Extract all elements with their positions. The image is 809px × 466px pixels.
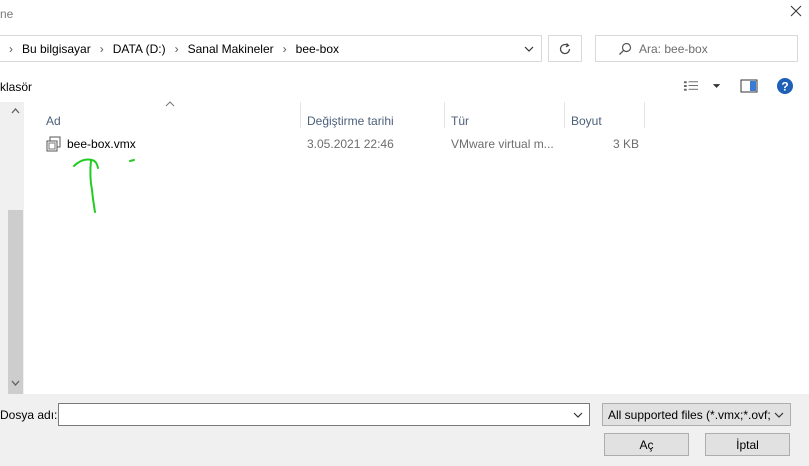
file-icon	[46, 136, 61, 152]
chevron-right-icon[interactable]: ›	[274, 42, 296, 56]
search-placeholder: Ara: bee-box	[639, 41, 708, 56]
svg-text:?: ?	[781, 80, 788, 94]
help-button[interactable]: ?	[776, 77, 794, 95]
breadcrumb-data-drive[interactable]: DATA (D:)	[113, 42, 166, 56]
search-box[interactable]: Ara: bee-box	[595, 35, 798, 62]
column-header-modified[interactable]: Değiştirme tarihi	[307, 114, 394, 128]
chevron-right-icon[interactable]: ›	[0, 42, 22, 56]
chevron-down-icon	[712, 84, 721, 88]
scroll-down-icon[interactable]	[10, 378, 21, 388]
file-name[interactable]: bee-box.vmx	[67, 137, 136, 151]
close-icon[interactable]	[789, 4, 803, 18]
column-divider[interactable]	[644, 102, 645, 128]
chevron-right-icon[interactable]: ›	[91, 42, 113, 56]
file-type: VMware virtual m...	[451, 137, 554, 151]
file-modified: 3.05.2021 22:46	[307, 137, 394, 151]
file-type-filter[interactable]: All supported files (*.vmx;*.ovf;	[602, 403, 791, 426]
breadcrumb: › Bu bilgisayar › DATA (D:) › Sanal Maki…	[0, 36, 339, 61]
address-bar[interactable]: › Bu bilgisayar › DATA (D:) › Sanal Maki…	[0, 35, 542, 62]
new-folder-button[interactable]: klasör	[0, 80, 32, 94]
column-divider[interactable]	[444, 102, 445, 128]
chevron-down-icon[interactable]	[571, 408, 585, 422]
chevron-down-icon	[774, 412, 784, 418]
breadcrumb-bee-box[interactable]: bee-box	[296, 42, 339, 56]
view-options-button[interactable]	[683, 76, 723, 96]
column-divider[interactable]	[564, 102, 565, 128]
help-icon: ?	[777, 78, 793, 94]
preview-pane-icon	[740, 79, 758, 93]
window-title: ne	[0, 7, 14, 21]
column-header-name[interactable]: Ad	[46, 114, 61, 128]
filename-label: Dosya adı:	[0, 408, 58, 422]
navigation-scrollbar[interactable]	[7, 102, 24, 450]
sort-up-icon	[165, 101, 175, 107]
search-icon	[619, 42, 632, 55]
cancel-button[interactable]: İptal	[705, 433, 790, 456]
navigation-pane[interactable]	[0, 102, 7, 394]
preview-pane-button[interactable]	[740, 78, 758, 94]
breadcrumb-sanal-makineler[interactable]: Sanal Makineler	[188, 42, 274, 56]
annotation-arrow-drawing	[73, 158, 135, 213]
refresh-button[interactable]	[548, 35, 582, 62]
column-divider[interactable]	[300, 102, 301, 128]
chevron-right-icon[interactable]: ›	[166, 42, 188, 56]
open-button[interactable]: Aç	[604, 433, 689, 456]
column-header-size[interactable]: Boyut	[571, 114, 602, 128]
column-header-type[interactable]: Tür	[451, 114, 469, 128]
file-list[interactable]: Ad Değiştirme tarihi Tür Boyut bee-box.v…	[25, 100, 809, 394]
refresh-icon	[559, 42, 571, 54]
breadcrumb-this-pc[interactable]: Bu bilgisayar	[22, 42, 91, 56]
chevron-down-icon[interactable]	[521, 41, 537, 57]
file-type-filter-value: All supported files (*.vmx;*.ovf;	[608, 407, 771, 422]
scroll-up-icon[interactable]	[10, 106, 21, 116]
file-size: 3 KB	[613, 137, 640, 151]
filename-input[interactable]	[58, 403, 590, 426]
view-options-icon	[683, 81, 698, 91]
